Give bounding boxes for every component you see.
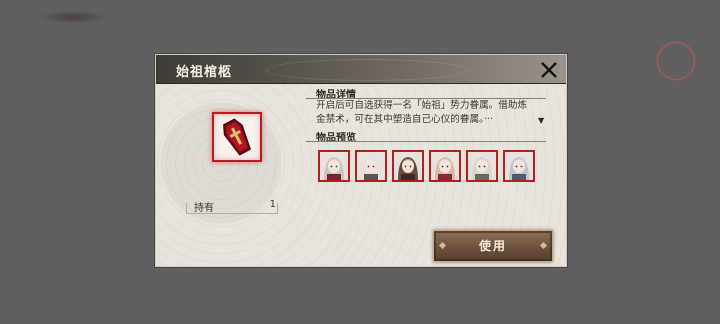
button-ornament-right — [539, 241, 548, 250]
button-ornament-left — [438, 241, 447, 250]
use-button-label: 使用 — [478, 239, 507, 253]
character-avatar-2[interactable] — [355, 150, 387, 182]
description-line-1: 开启后可自选获得一名「始祖」势力眷属。借助炼 — [316, 100, 528, 111]
item-dialog: 始祖棺柩 持有 1 物品详情 开启后可自选获得一名「始祖」势力眷属。借助炼 金禁… — [155, 54, 567, 267]
coffin-icon — [223, 118, 252, 156]
use-button[interactable]: 使用 — [433, 230, 553, 262]
dialog-header: 始祖棺柩 — [156, 55, 566, 84]
scroll-down-icon[interactable]: ▼ — [538, 116, 544, 125]
item-icon-frame — [212, 112, 262, 162]
background-blur — [38, 10, 108, 24]
character-avatar-4[interactable] — [429, 150, 461, 182]
character-avatar-3[interactable] — [392, 150, 424, 182]
preview-divider — [306, 141, 546, 142]
held-divider-right — [277, 203, 278, 213]
close-button[interactable] — [538, 59, 560, 81]
character-avatar-5[interactable] — [466, 150, 498, 182]
held-count: 1 — [269, 199, 276, 210]
preview-avatar-row — [318, 150, 558, 182]
held-divider-left — [186, 203, 187, 213]
character-avatar-6[interactable] — [503, 150, 535, 182]
character-avatar-1[interactable] — [318, 150, 350, 182]
background-ring-icon — [657, 42, 695, 80]
item-description: 开启后可自选获得一名「始祖」势力眷属。借助炼 金禁术，可在其中塑造自己心仪的眷属… — [316, 99, 536, 127]
description-line-2: 金禁术，可在其中塑造自己心仪的眷属。··· — [316, 114, 494, 125]
held-count-row: 持有 1 — [186, 199, 278, 214]
close-x-icon — [541, 62, 557, 78]
held-label: 持有 — [194, 203, 214, 214]
header-ornament — [266, 59, 468, 81]
dialog-title: 始祖棺柩 — [176, 65, 233, 80]
